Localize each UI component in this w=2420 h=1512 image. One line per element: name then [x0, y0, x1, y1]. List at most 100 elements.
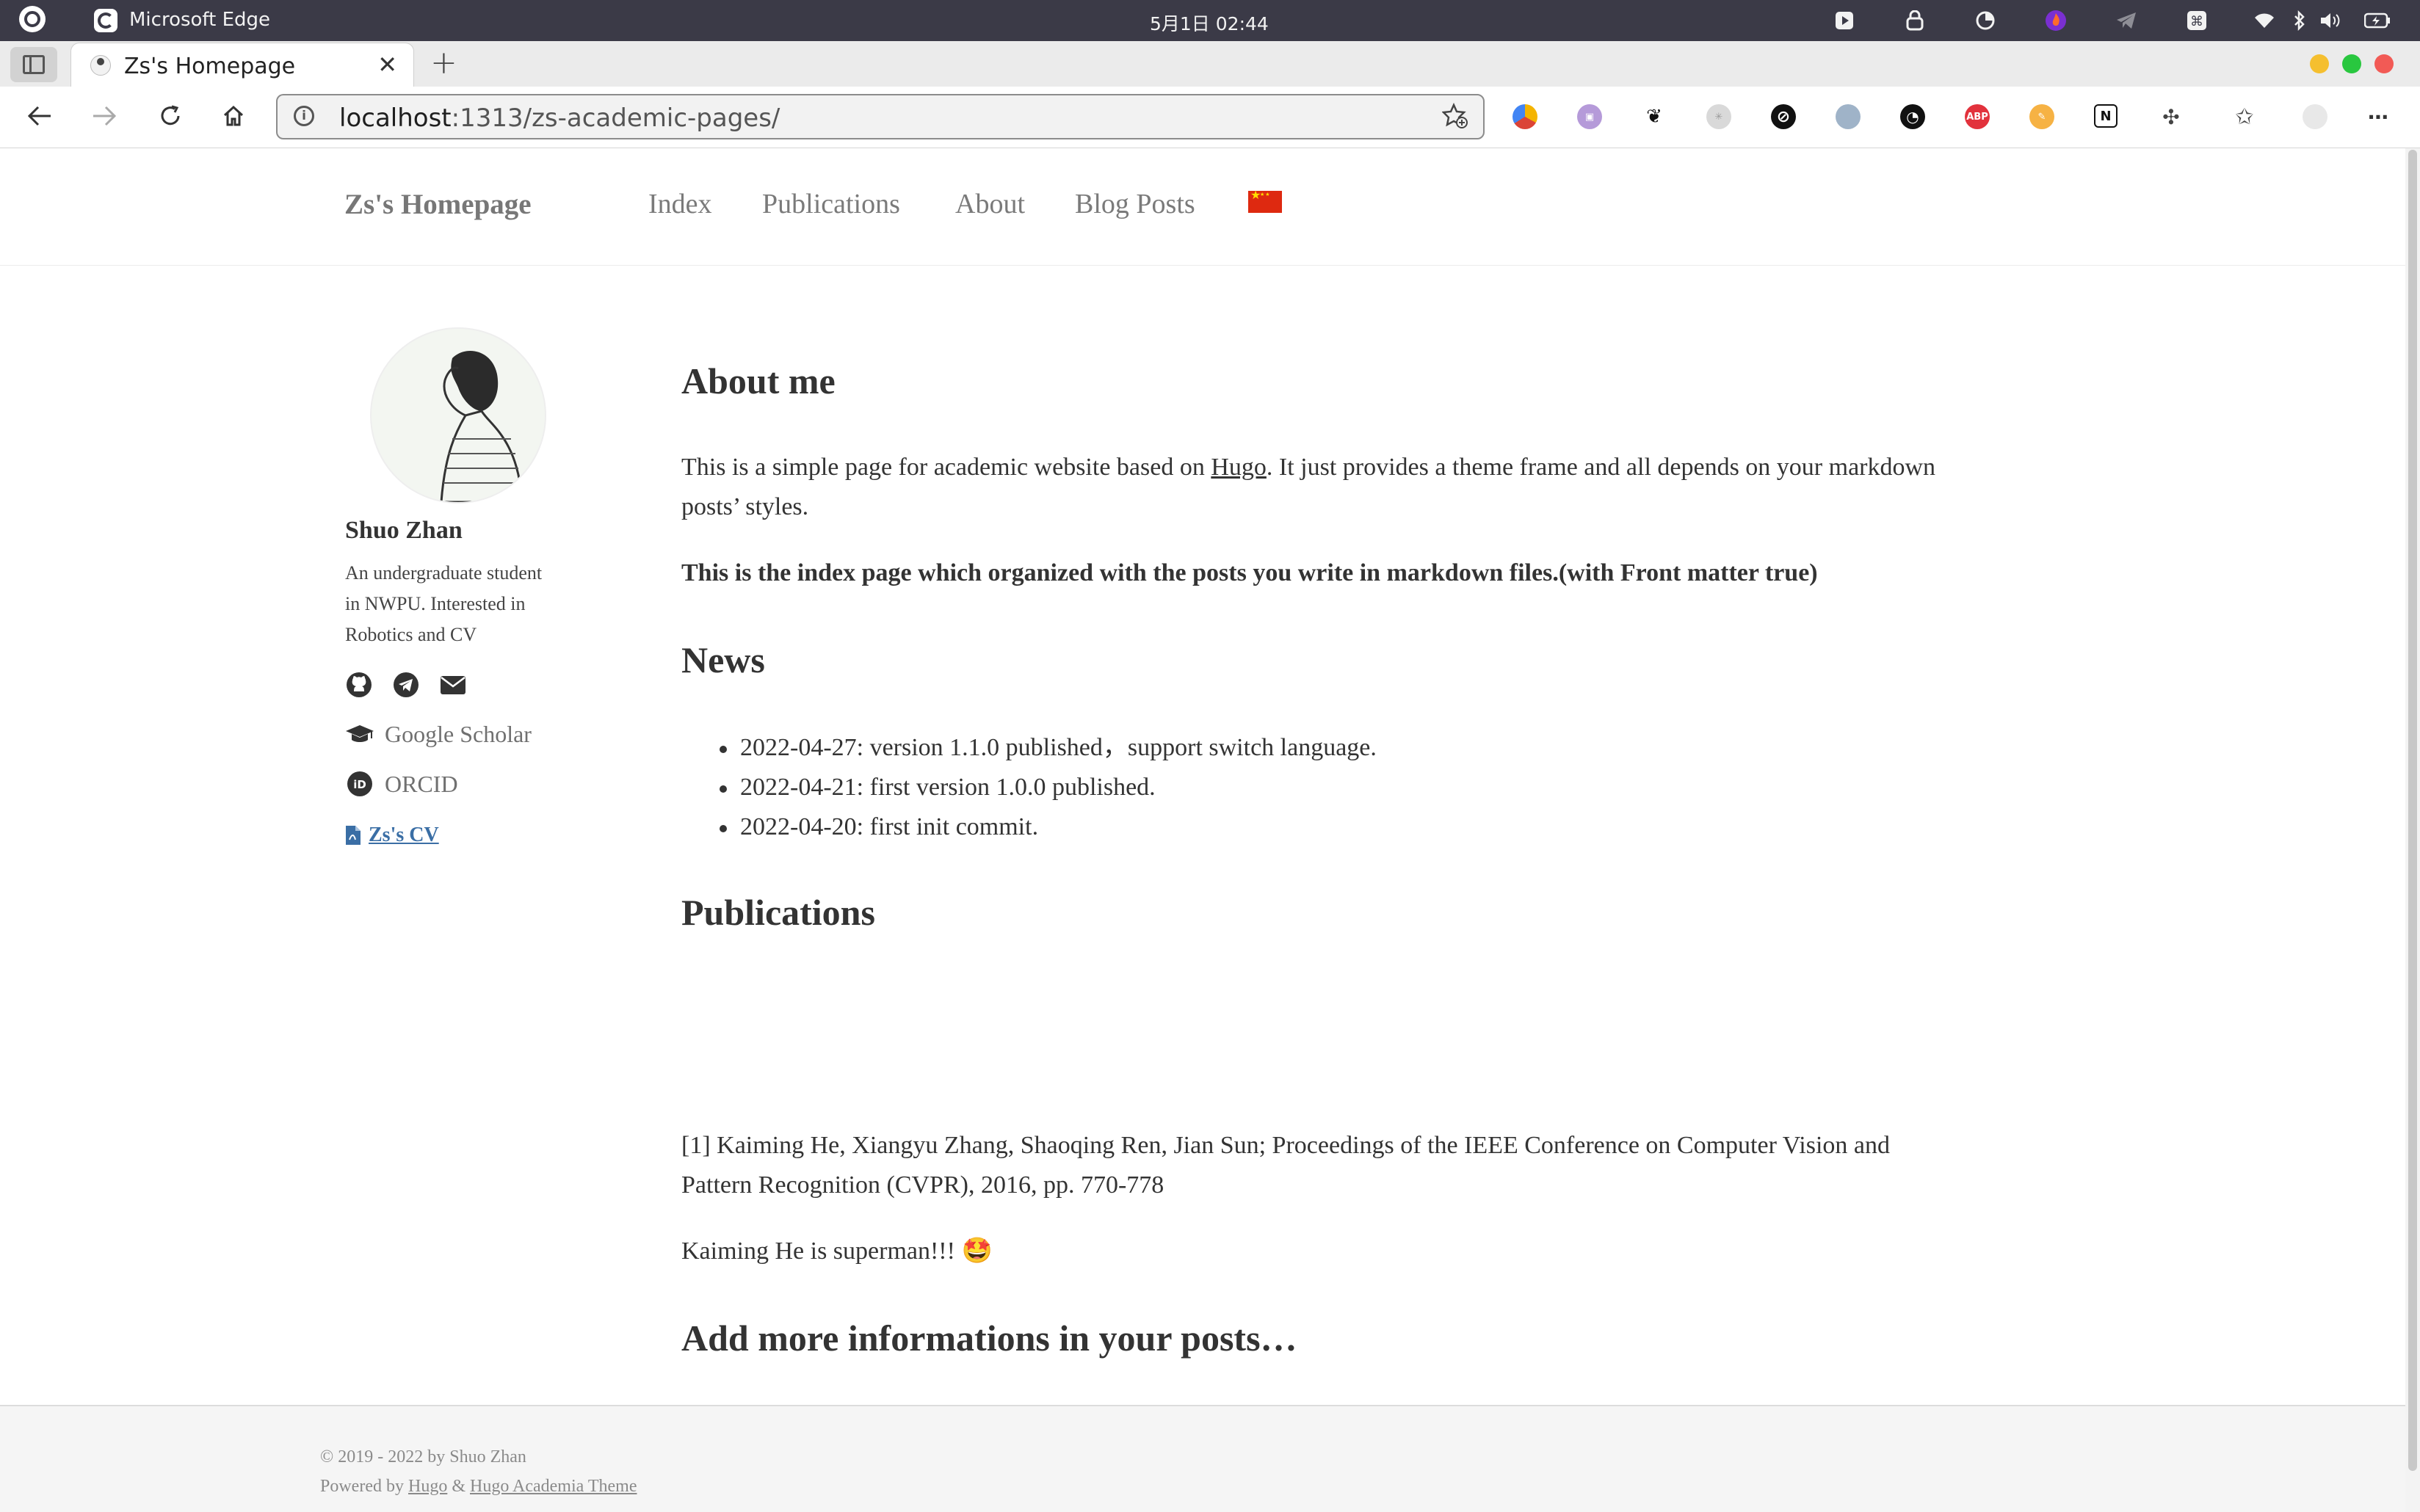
footer-amp: & [447, 1477, 470, 1496]
cv-label: Zs's CV [369, 824, 439, 846]
orcid-label: ORCID [385, 770, 458, 797]
cv-link[interactable]: Zs's CV [345, 824, 439, 847]
active-app-name[interactable]: Microsoft Edge [129, 9, 270, 31]
author-bio: An undergraduate student in NWPU. Intere… [345, 558, 580, 650]
url-host: localhost [339, 103, 452, 133]
page-viewport: Zs's Homepage Index Publications About B… [0, 148, 2405, 1512]
url-path: :1313/zs-academic-pages/ [451, 103, 780, 133]
tab-title: Zs's Homepage [124, 54, 296, 79]
more-menu-icon[interactable]: ⋯ [2366, 104, 2391, 129]
extension-purple-icon[interactable]: ▣ [1577, 104, 1602, 129]
footer-theme-link[interactable]: Hugo Academia Theme [470, 1477, 637, 1496]
site-header: Zs's Homepage Index Publications About B… [0, 148, 2405, 266]
about-text: posts’ styles. [681, 493, 809, 520]
pdf-file-icon [345, 825, 361, 846]
profile-avatar-icon[interactable] [2303, 104, 2327, 129]
nav-link-index[interactable]: Index [648, 188, 712, 220]
extension-orange-icon[interactable]: ✎ [2029, 104, 2054, 129]
extension-gray-icon[interactable]: ✳ [1706, 104, 1731, 129]
favorite-add-icon[interactable] [1441, 102, 1468, 136]
publication-line: [1] Kaiming He, Xiangyu Zhang, Shaoqing … [681, 1132, 1891, 1159]
extensions-puzzle-icon[interactable]: ✣ [2159, 104, 2184, 129]
more-info-heading: Add more informations in your posts… [681, 1317, 1297, 1359]
index-note: This is the index page which organized w… [681, 559, 1818, 586]
home-icon[interactable] [214, 97, 253, 135]
tab-strip: Zs's Homepage ✕ + [0, 41, 2420, 87]
google-scholar-link[interactable]: Google Scholar [345, 719, 532, 749]
graduation-cap-icon [345, 719, 374, 749]
ubuntu-icon[interactable] [19, 6, 46, 32]
about-heading: About me [681, 360, 836, 401]
footer-powered-by: Powered by Hugo & Hugo Academia Theme [320, 1477, 637, 1497]
footer-copyright: © 2019 - 2022 by Shuo Zhan [320, 1447, 526, 1466]
back-icon[interactable] [21, 97, 59, 135]
telegram-tray-icon[interactable] [2113, 7, 2140, 34]
adblock-plus-icon[interactable]: ABP [1965, 104, 1990, 129]
extension-colorful-icon[interactable] [1512, 104, 1537, 129]
mail-icon[interactable] [439, 671, 468, 700]
github-icon[interactable] [345, 671, 374, 700]
sidebar-toggle-icon[interactable] [10, 47, 57, 82]
os-top-bar: Microsoft Edge 5月1日 02:44 ⌘ [0, 0, 2420, 41]
china-flag-icon[interactable] [1248, 188, 1282, 213]
address-bar[interactable]: i localhost:1313/zs-academic-pages/ [276, 94, 1485, 139]
extension-gnome-icon[interactable]: ❦ [1642, 104, 1667, 129]
about-text: . It just provides a theme frame and all… [1266, 454, 1936, 481]
telegram-icon[interactable] [392, 671, 421, 700]
publication-line: Pattern Recognition (CVPR), 2016, pp. 77… [681, 1171, 1164, 1199]
extension-gauge-icon[interactable]: ◔ [1900, 104, 1925, 129]
nav-link-about[interactable]: About [955, 188, 1025, 220]
news-heading: News [681, 639, 765, 680]
media-player-icon[interactable] [1831, 7, 1858, 34]
window-maximize-button[interactable] [2342, 54, 2361, 73]
hugo-link[interactable]: Hugo [1211, 454, 1267, 481]
footer-hugo-link[interactable]: Hugo [408, 1477, 447, 1496]
avatar [370, 327, 546, 504]
nav-link-publications[interactable]: Publications [762, 188, 900, 220]
site-favicon-icon [90, 55, 111, 76]
extension-block-icon[interactable]: ⊘ [1771, 104, 1796, 129]
page-scrollbar[interactable] [2405, 148, 2420, 1512]
lock-icon[interactable] [1902, 7, 1928, 34]
site-brand[interactable]: Zs's Homepage [344, 188, 532, 221]
favorites-icon[interactable]: ✩ [2232, 104, 2257, 130]
google-scholar-label: Google Scholar [385, 720, 532, 747]
orcid-link[interactable]: iD ORCID [345, 769, 458, 799]
info-icon[interactable]: i [294, 106, 314, 126]
author-name: Shuo Zhan [345, 517, 463, 544]
svg-text:⌘: ⌘ [2190, 14, 2203, 29]
clock[interactable]: 5月1日 02:44 [1150, 10, 1269, 36]
new-tab-button[interactable]: + [430, 44, 457, 81]
orcid-icon: iD [345, 769, 374, 799]
news-item: 2022-04-20: first init commit. [720, 807, 1377, 847]
volume-icon[interactable] [2317, 7, 2344, 34]
news-item: 2022-04-21: first version 1.0.0 publishe… [720, 768, 1377, 807]
url-text[interactable]: localhost:1313/zs-academic-pages/ [339, 103, 780, 133]
command-key-icon[interactable]: ⌘ [2184, 7, 2210, 34]
close-tab-icon[interactable]: ✕ [377, 51, 397, 79]
wifi-icon[interactable] [2251, 7, 2278, 34]
powered-by-text: Powered by [320, 1477, 408, 1496]
bluetooth-icon[interactable] [2286, 7, 2313, 34]
nav-link-blog-posts[interactable]: Blog Posts [1075, 188, 1195, 220]
flame-app-icon[interactable] [2043, 7, 2069, 34]
notion-icon[interactable]: N [2094, 104, 2118, 128]
tab-zs-homepage[interactable]: Zs's Homepage ✕ [70, 43, 414, 87]
bio-line: in NWPU. Interested in [345, 593, 526, 614]
superman-note: Kaiming He is superman!!! 🤩 [681, 1237, 993, 1265]
extension-circle-icon[interactable] [1836, 104, 1861, 129]
window-minimize-button[interactable] [2310, 54, 2329, 73]
site-footer: © 2019 - 2022 by Shuo Zhan Powered by Hu… [0, 1405, 2405, 1512]
forward-icon[interactable] [85, 97, 123, 135]
news-item: 2022-04-27: version 1.1.0 published，supp… [720, 728, 1377, 768]
publication-entry: [1] Kaiming He, Xiangyu Zhang, Shaoqing … [681, 1126, 2018, 1205]
about-text: This is a simple page for academic websi… [681, 454, 1211, 481]
bio-line: Robotics and CV [345, 624, 477, 645]
svg-text:iD: iD [353, 778, 366, 791]
about-paragraph: This is a simple page for academic websi… [681, 448, 2018, 527]
pie-chart-icon[interactable] [1972, 7, 1999, 34]
window-close-button[interactable] [2374, 54, 2394, 73]
battery-icon[interactable] [2364, 7, 2391, 34]
browser-toolbar: i localhost:1313/zs-academic-pages/ ▣ ❦ … [0, 87, 2420, 148]
refresh-icon[interactable] [151, 97, 189, 135]
